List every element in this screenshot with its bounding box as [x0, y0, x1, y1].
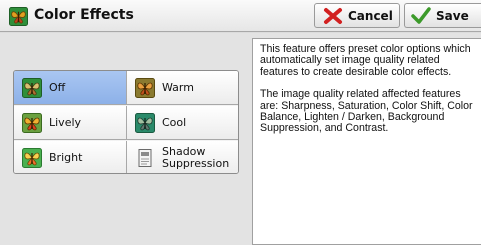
- description-paragraph: This feature offers preset color options…: [260, 43, 471, 78]
- option-label: Shadow Suppression: [162, 145, 230, 170]
- document-icon: [138, 149, 152, 167]
- save-button[interactable]: Save: [404, 3, 481, 28]
- option-off[interactable]: Off: [14, 71, 127, 105]
- description-paragraph: The image quality related affected featu…: [260, 88, 473, 135]
- butterfly-icon: [135, 77, 155, 98]
- option-warm[interactable]: Warm: [127, 71, 238, 105]
- option-bright[interactable]: Bright: [14, 141, 127, 173]
- color-effects-screen: Color Effects Cancel Save Off Warm Livel…: [0, 0, 481, 245]
- checkmark-icon: [411, 6, 431, 24]
- option-label: Lively: [49, 115, 82, 129]
- content-area: Off Warm Lively Cool Bright Shadow Suppr…: [0, 33, 481, 245]
- cancel-button-label: Cancel: [348, 8, 393, 23]
- option-label: Bright: [49, 151, 83, 164]
- description-panel: This feature offers preset color options…: [252, 38, 481, 245]
- option-label: Off: [49, 80, 66, 94]
- color-effect-options: Off Warm Lively Cool Bright Shadow Suppr…: [13, 70, 239, 174]
- close-icon: [324, 7, 342, 24]
- butterfly-icon: [22, 112, 42, 133]
- save-button-label: Save: [436, 8, 469, 23]
- option-label: Cool: [162, 115, 187, 129]
- butterfly-icon: [22, 77, 42, 98]
- title-bar: Color Effects Cancel Save: [0, 0, 481, 32]
- page-title: Color Effects: [34, 7, 134, 23]
- butterfly-icon: [22, 148, 42, 168]
- cancel-button[interactable]: Cancel: [314, 3, 400, 28]
- option-label: Warm: [162, 80, 194, 94]
- option-shadow-suppression[interactable]: Shadow Suppression: [127, 141, 238, 173]
- butterfly-icon: [135, 112, 155, 133]
- option-lively[interactable]: Lively: [14, 106, 127, 140]
- butterfly-icon: [9, 7, 28, 26]
- option-cool[interactable]: Cool: [127, 106, 238, 140]
